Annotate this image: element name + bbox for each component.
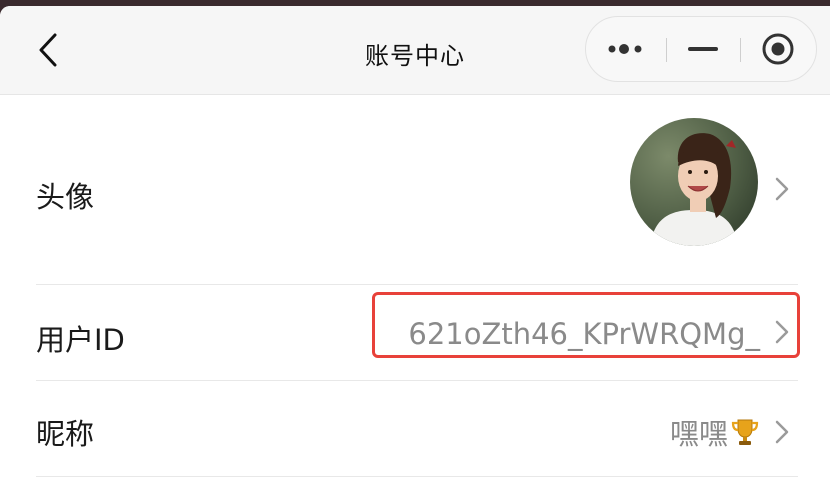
nickname-text: 嘿嘿: [669, 417, 728, 451]
avatar[interactable]: [630, 118, 758, 246]
nickname-label: 昵称: [36, 417, 95, 451]
nickname-row[interactable]: 昵称 嘿嘿: [0, 381, 830, 476]
chevron-right-icon: [775, 177, 789, 201]
avatar-photo: [630, 118, 758, 246]
more-dots-icon: [608, 44, 642, 54]
close-button[interactable]: [740, 17, 816, 81]
avatar-label: 头像: [36, 180, 95, 214]
more-button[interactable]: [586, 17, 666, 81]
row-divider: [36, 476, 798, 477]
trophy-icon: [731, 419, 759, 445]
minus-icon: [688, 47, 718, 51]
app-window: 账号中心 头像 用户ID 621oZth46_KPrWRQMg_ 昵称 嘿嘿: [0, 6, 830, 484]
chevron-right-icon: [775, 420, 789, 444]
nav-bar: 账号中心: [0, 6, 830, 95]
minimize-button[interactable]: [666, 17, 740, 81]
nickname-value: 嘿嘿: [670, 411, 760, 453]
user-id-label: 用户ID: [36, 323, 125, 357]
mini-program-capsule: [585, 16, 817, 82]
highlight-annotation: [372, 292, 800, 358]
record-circle-icon: [762, 33, 794, 65]
